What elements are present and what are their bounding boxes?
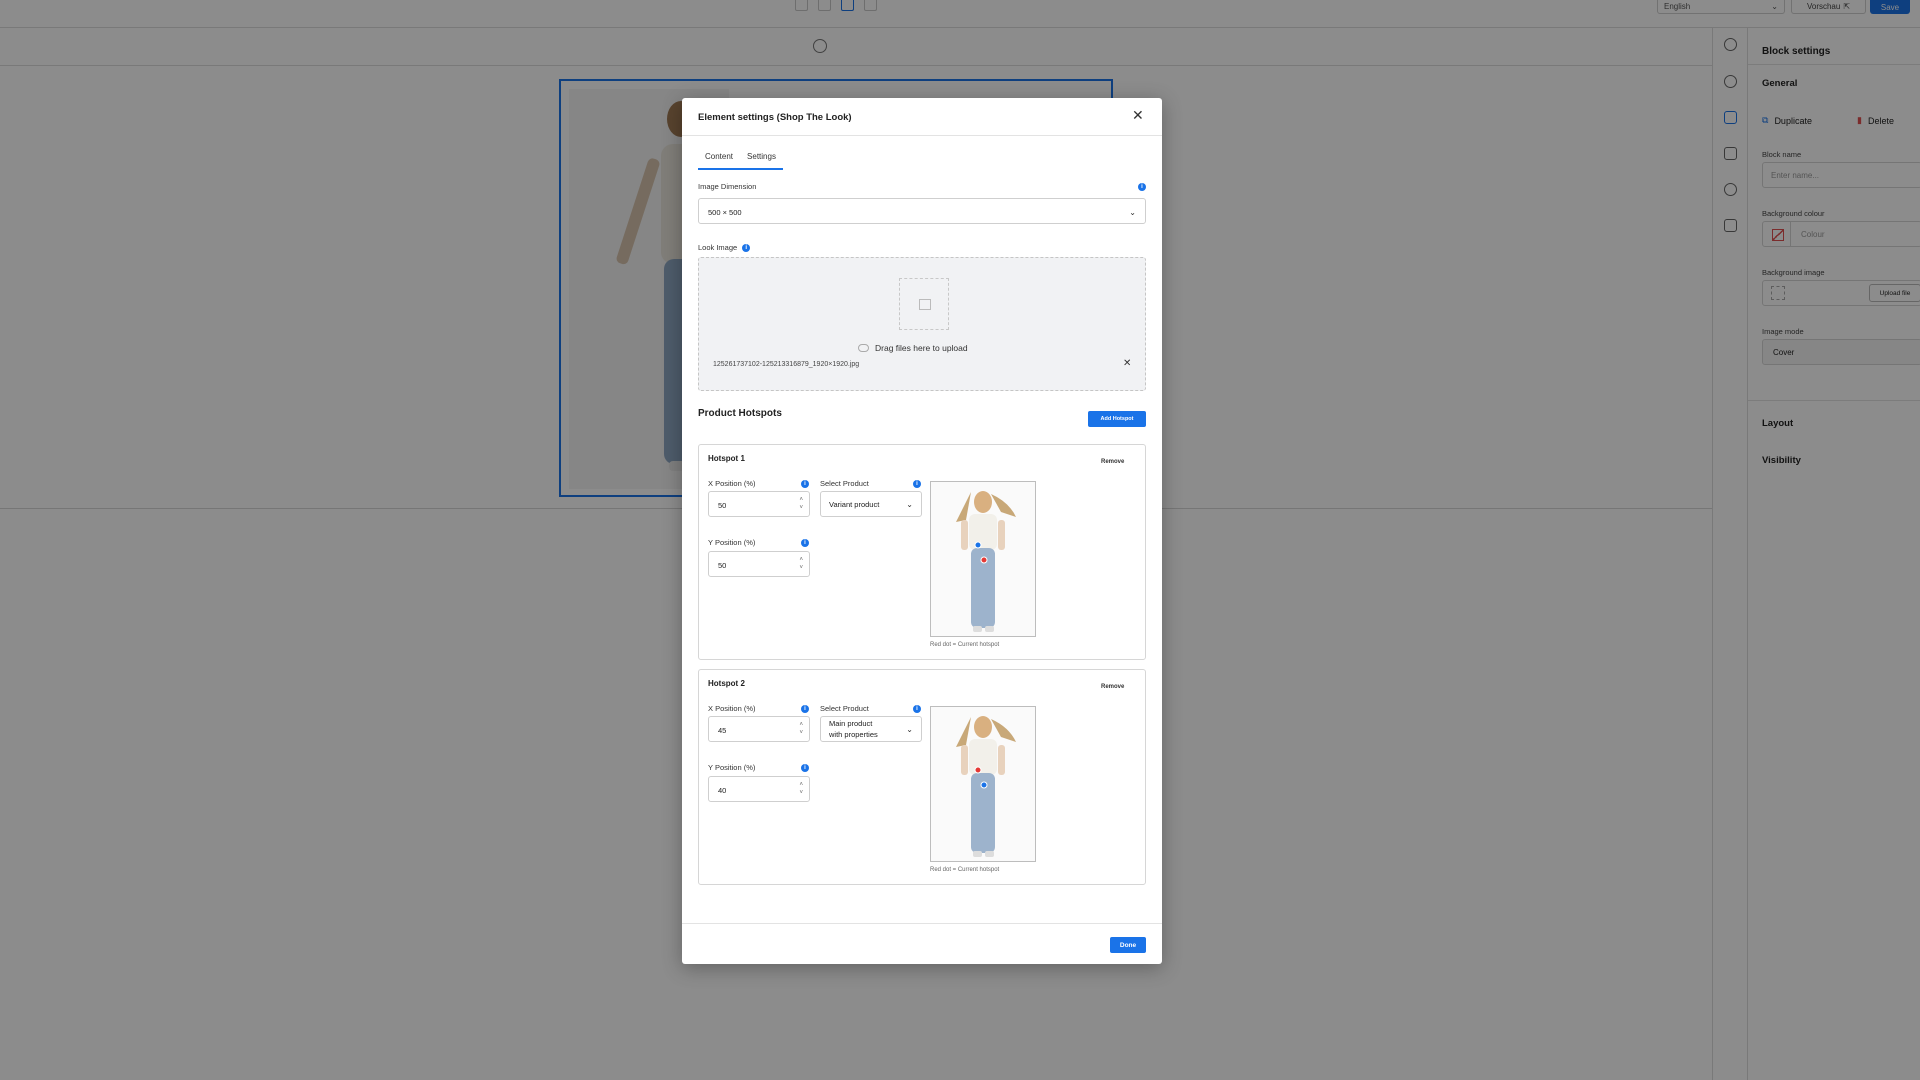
select-product-dropdown[interactable]: Main product with properties ⌄ xyxy=(820,716,922,742)
y-position-input[interactable]: 40 ˄ ˅ xyxy=(708,776,810,802)
tab-settings[interactable]: Settings xyxy=(740,152,783,168)
x-position-input[interactable]: 50 ˄ ˅ xyxy=(708,491,810,517)
dropzone-hint: Drag files here to upload xyxy=(858,343,968,353)
select-product-line: with properties xyxy=(829,730,878,739)
dropzone-text: Drag files here to upload xyxy=(875,343,968,353)
select-product-value: Main product with properties xyxy=(829,718,878,740)
x-position-label: X Position (%) xyxy=(708,704,756,713)
modal-header: Element settings (Shop The Look) ✕ xyxy=(682,98,1162,136)
image-placeholder-icon xyxy=(899,278,949,330)
image-dimension-select[interactable]: 500 × 500 ⌄ xyxy=(698,198,1146,224)
hotspot-card: Hotspot 2 Remove X Position (%) i 45 ˄ ˅ … xyxy=(698,669,1146,885)
x-position-value: 50 xyxy=(718,501,727,510)
remove-file-icon[interactable]: ✕ xyxy=(1123,358,1131,369)
info-icon[interactable]: i xyxy=(801,764,809,772)
hotspot-title: Hotspot 2 xyxy=(708,679,745,688)
look-image-dropzone[interactable]: Drag files here to upload 125261737102-1… xyxy=(698,257,1146,391)
info-icon[interactable]: i xyxy=(742,243,751,252)
select-product-line: Main product xyxy=(829,719,873,728)
y-position-value: 50 xyxy=(718,561,727,570)
x-position-input[interactable]: 45 ˄ ˅ xyxy=(708,716,810,742)
hotspot-caption: Red dot = Current hotspot xyxy=(930,867,1000,873)
x-position-value: 45 xyxy=(718,726,727,735)
select-product-line: Variant product xyxy=(829,499,880,509)
image-dimension-value: 500 × 500 xyxy=(708,208,742,217)
stepper-arrows-icon[interactable]: ˄ ˅ xyxy=(799,781,803,797)
modal-footer: Done xyxy=(682,923,1162,964)
hotspot-preview-image xyxy=(930,706,1036,862)
y-position-input[interactable]: 50 ˄ ˅ xyxy=(708,551,810,577)
select-product-label: Select Product xyxy=(820,479,869,488)
hotspot-title: Hotspot 1 xyxy=(708,454,745,463)
info-icon[interactable]: i xyxy=(1138,183,1146,191)
chevron-down-icon: ⌄ xyxy=(906,724,913,734)
select-product-label: Select Product xyxy=(820,704,869,713)
x-position-label: X Position (%) xyxy=(708,479,756,488)
tab-content[interactable]: Content xyxy=(698,152,740,168)
stepper-arrows-icon[interactable]: ˄ ˅ xyxy=(799,496,803,512)
done-button[interactable]: Done xyxy=(1110,937,1146,953)
chevron-down-icon: ⌄ xyxy=(906,499,913,509)
y-position-label: Y Position (%) xyxy=(708,538,756,547)
close-icon[interactable]: ✕ xyxy=(1132,108,1144,122)
remove-hotspot-button[interactable]: Remove xyxy=(1101,459,1124,465)
modal-title: Element settings (Shop The Look) xyxy=(698,112,852,123)
look-image-label: Look Image xyxy=(698,243,738,252)
upload-cloud-icon xyxy=(858,344,869,352)
info-icon[interactable]: i xyxy=(801,539,809,547)
hotspot-card: Hotspot 1 Remove X Position (%) i 50 ˄ ˅ … xyxy=(698,444,1146,660)
product-hotspots-title: Product Hotspots xyxy=(698,408,782,419)
stepper-arrows-icon[interactable]: ˄ ˅ xyxy=(799,721,803,737)
info-icon[interactable]: i xyxy=(801,705,809,713)
select-product-value: Variant product xyxy=(829,499,879,510)
chevron-down-icon: ⌄ xyxy=(1129,208,1136,217)
remove-hotspot-button[interactable]: Remove xyxy=(1101,684,1124,690)
add-hotspot-button[interactable]: Add Hotspot xyxy=(1088,411,1146,427)
uploaded-file-name: 125261737102-125213316879_1920×1920.jpg xyxy=(713,361,860,368)
element-settings-modal: Element settings (Shop The Look) ✕ Conte… xyxy=(682,98,1162,964)
y-position-value: 40 xyxy=(718,786,727,795)
info-icon[interactable]: i xyxy=(913,705,921,713)
image-dimension-label: Image Dimension xyxy=(698,182,757,191)
hotspot-preview-image xyxy=(930,481,1036,637)
hotspot-caption: Red dot = Current hotspot xyxy=(930,642,1000,648)
y-position-label: Y Position (%) xyxy=(708,763,756,772)
look-image-label-row: Look Image i xyxy=(698,243,751,252)
select-product-dropdown[interactable]: Variant product ⌄ xyxy=(820,491,922,517)
info-icon[interactable]: i xyxy=(801,480,809,488)
stepper-arrows-icon[interactable]: ˄ ˅ xyxy=(799,556,803,572)
info-icon[interactable]: i xyxy=(913,480,921,488)
modal-tabs: Content Settings xyxy=(698,152,783,170)
